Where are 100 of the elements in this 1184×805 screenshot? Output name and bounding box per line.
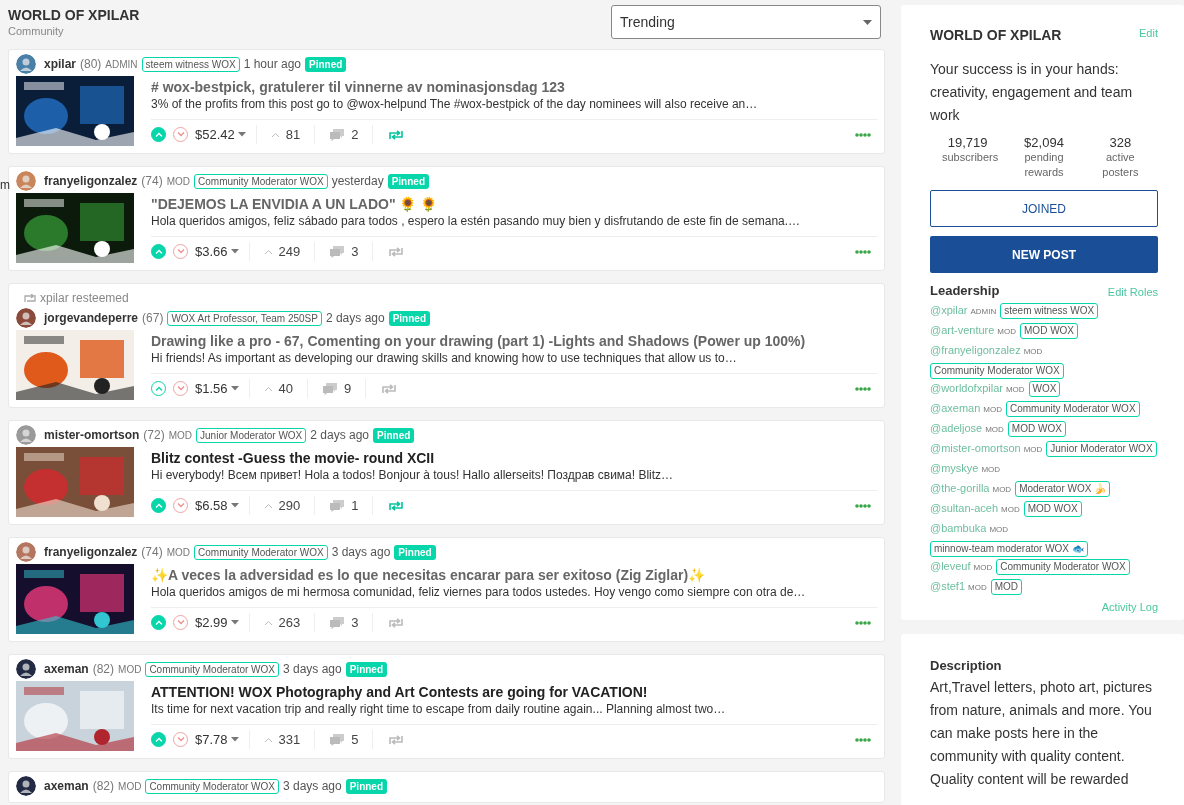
- role-badge: MOD WOX: [1020, 322, 1079, 339]
- more-icon[interactable]: [855, 620, 871, 625]
- chevron-down-icon: [176, 620, 185, 625]
- reputation: (72): [143, 427, 165, 444]
- post-excerpt: Hola queridos amigos, feliz sábado para todos , espero la estén pasando muy bien y disfrutando de este fin de semana.…: [151, 213, 802, 229]
- resteem-icon[interactable]: [389, 617, 404, 628]
- description-text: Art,Travel letters, photo art, pictures from nature, animals and more. You can make posts here in the community with quality content. Quality content will be rewarded: [930, 677, 1153, 789]
- joined-button[interactable]: JOINED: [930, 190, 1158, 227]
- post-title[interactable]: "DEJEMOS LA ENVIDIA A UN LADO" 🌻 🌻: [151, 195, 877, 213]
- community-about: Your success is in your hands: creativity, engagement and team work: [930, 60, 1134, 125]
- chevron-up-icon: [154, 132, 163, 137]
- role-label: MOD: [992, 484, 1012, 494]
- post-title[interactable]: ATTENTION! WOX Photography and Art Contests are going for VACATION!: [151, 683, 877, 701]
- post-time: 2 days ago: [310, 427, 369, 444]
- comment-count[interactable]: 2: [351, 124, 359, 145]
- vote-count[interactable]: 263: [278, 612, 301, 633]
- sort-dropdown[interactable]: Trending: [611, 5, 881, 39]
- avatar: [16, 659, 36, 679]
- pinned-badge: Pinned: [388, 310, 430, 326]
- upvote-button[interactable]: [151, 732, 166, 747]
- role-label: MOD: [1023, 444, 1043, 454]
- pinned-badge: Pinned: [394, 544, 436, 560]
- more-icon[interactable]: [855, 249, 871, 254]
- vote-count[interactable]: 249: [278, 241, 301, 262]
- text-fragment: m: [0, 177, 10, 194]
- reputation: (67): [142, 310, 164, 327]
- payout-amount[interactable]: $1.56: [195, 378, 228, 399]
- post-title[interactable]: Blitz contest -Guess the movie- round XCII: [151, 449, 877, 467]
- role-label: MOD: [1023, 346, 1043, 356]
- author-name[interactable]: jorgevandeperre: [44, 309, 139, 327]
- chevron-up-icon: [154, 737, 163, 742]
- vote-count[interactable]: 40: [278, 378, 293, 399]
- comment-count[interactable]: 9: [344, 378, 352, 399]
- author-name[interactable]: xpilar: [44, 55, 76, 73]
- comment-count[interactable]: 1: [351, 495, 359, 516]
- new-post-button[interactable]: NEW POST: [930, 236, 1158, 273]
- comment-count[interactable]: 5: [351, 729, 359, 750]
- description-heading: Description: [930, 657, 1003, 675]
- reputation: (80): [80, 56, 102, 73]
- payout-amount[interactable]: $3.66: [195, 241, 228, 262]
- role-badge: WOX Art Professor, Team 250SP: [167, 310, 322, 326]
- comment-count[interactable]: 3: [351, 241, 359, 262]
- payout-amount[interactable]: $52.42: [195, 124, 235, 145]
- author-name[interactable]: franyeligonzalez: [44, 543, 138, 561]
- author-name[interactable]: axeman: [44, 777, 89, 795]
- resteem-icon[interactable]: [382, 383, 397, 394]
- upvote-button[interactable]: [151, 498, 166, 513]
- resteem-icon[interactable]: [389, 246, 404, 257]
- author-name[interactable]: axeman: [44, 660, 89, 678]
- author-name[interactable]: franyeligonzalez: [44, 172, 138, 190]
- upvote-button[interactable]: [151, 615, 166, 630]
- role-label: MOD: [985, 424, 1004, 434]
- caret-icon: [863, 19, 872, 25]
- upvote-button[interactable]: [151, 244, 166, 259]
- role-label: MOD: [118, 662, 142, 677]
- comments-icon: [322, 382, 338, 395]
- chevron-up-icon: [154, 620, 163, 625]
- chevron-down-icon: [176, 737, 185, 742]
- author-name[interactable]: mister-omortson: [44, 426, 140, 444]
- role-badge: Community Moderator WOX: [930, 362, 1064, 379]
- comment-count[interactable]: 3: [351, 612, 359, 633]
- more-icon[interactable]: [855, 503, 871, 508]
- vote-count[interactable]: 81: [285, 124, 301, 145]
- stat-value: $2,094: [1023, 135, 1065, 150]
- role-label: MOD: [118, 779, 142, 794]
- avatar: [16, 171, 36, 191]
- payout-amount[interactable]: $2.99: [195, 612, 228, 633]
- post-title[interactable]: ✨A veces la adversidad es lo que necesitas encarar para ser exitoso (Zig Ziglar)✨: [151, 566, 877, 584]
- post-excerpt: Hi everybody! Всем привет! Hola a todos! Bonjour à tous! Hallo allerseits! Поздрав свима! Blitz…: [151, 467, 675, 483]
- post-title[interactable]: # wox-bestpick, gratulerer til vinnerne av nominasjonsdag 123: [151, 78, 877, 96]
- post-excerpt: 3% of the profits from this post go to @wox-helpund The #wox-bestpick of the day nominees will also receive an…: [151, 96, 759, 112]
- payout-amount[interactable]: $6.58: [195, 495, 228, 516]
- vote-count[interactable]: 331: [278, 729, 301, 750]
- chevron-down-icon: [176, 503, 185, 508]
- resteem-icon[interactable]: [389, 129, 404, 140]
- avatar: [16, 54, 36, 74]
- upvote-button[interactable]: [151, 127, 166, 142]
- role-label: MOD: [973, 562, 993, 572]
- role-badge: Community Moderator WOX: [996, 558, 1130, 575]
- role-label: MOD: [989, 524, 1009, 534]
- more-icon[interactable]: [855, 132, 871, 137]
- role-badge: Community Moderator WOX: [194, 544, 328, 560]
- more-icon[interactable]: [855, 737, 871, 742]
- vote-count[interactable]: 290: [278, 495, 301, 516]
- chevron-down-icon: [176, 249, 185, 254]
- payout-amount[interactable]: $7.78: [195, 729, 228, 750]
- role-badge: Community Moderator WOX: [194, 173, 328, 189]
- chevron-up-icon: [154, 386, 163, 391]
- comments-icon: [329, 128, 346, 141]
- post-time: 3 days ago: [283, 661, 342, 678]
- post-time: yesterday: [331, 173, 384, 190]
- resteem-icon[interactable]: [389, 734, 404, 745]
- post-title[interactable]: Drawing like a pro - 67, Comenting on your drawing (part 1) -Lights and Shadows (Power up 100%): [151, 332, 877, 350]
- role-label: MOD: [1001, 504, 1020, 514]
- resteem-icon[interactable]: [389, 500, 404, 511]
- reputation: (74): [141, 544, 163, 561]
- chevron-up-icon: [263, 385, 273, 392]
- role-label: ADMIN: [105, 57, 138, 72]
- role-badge: steem witness WOX: [141, 56, 240, 72]
- more-icon[interactable]: [855, 386, 871, 391]
